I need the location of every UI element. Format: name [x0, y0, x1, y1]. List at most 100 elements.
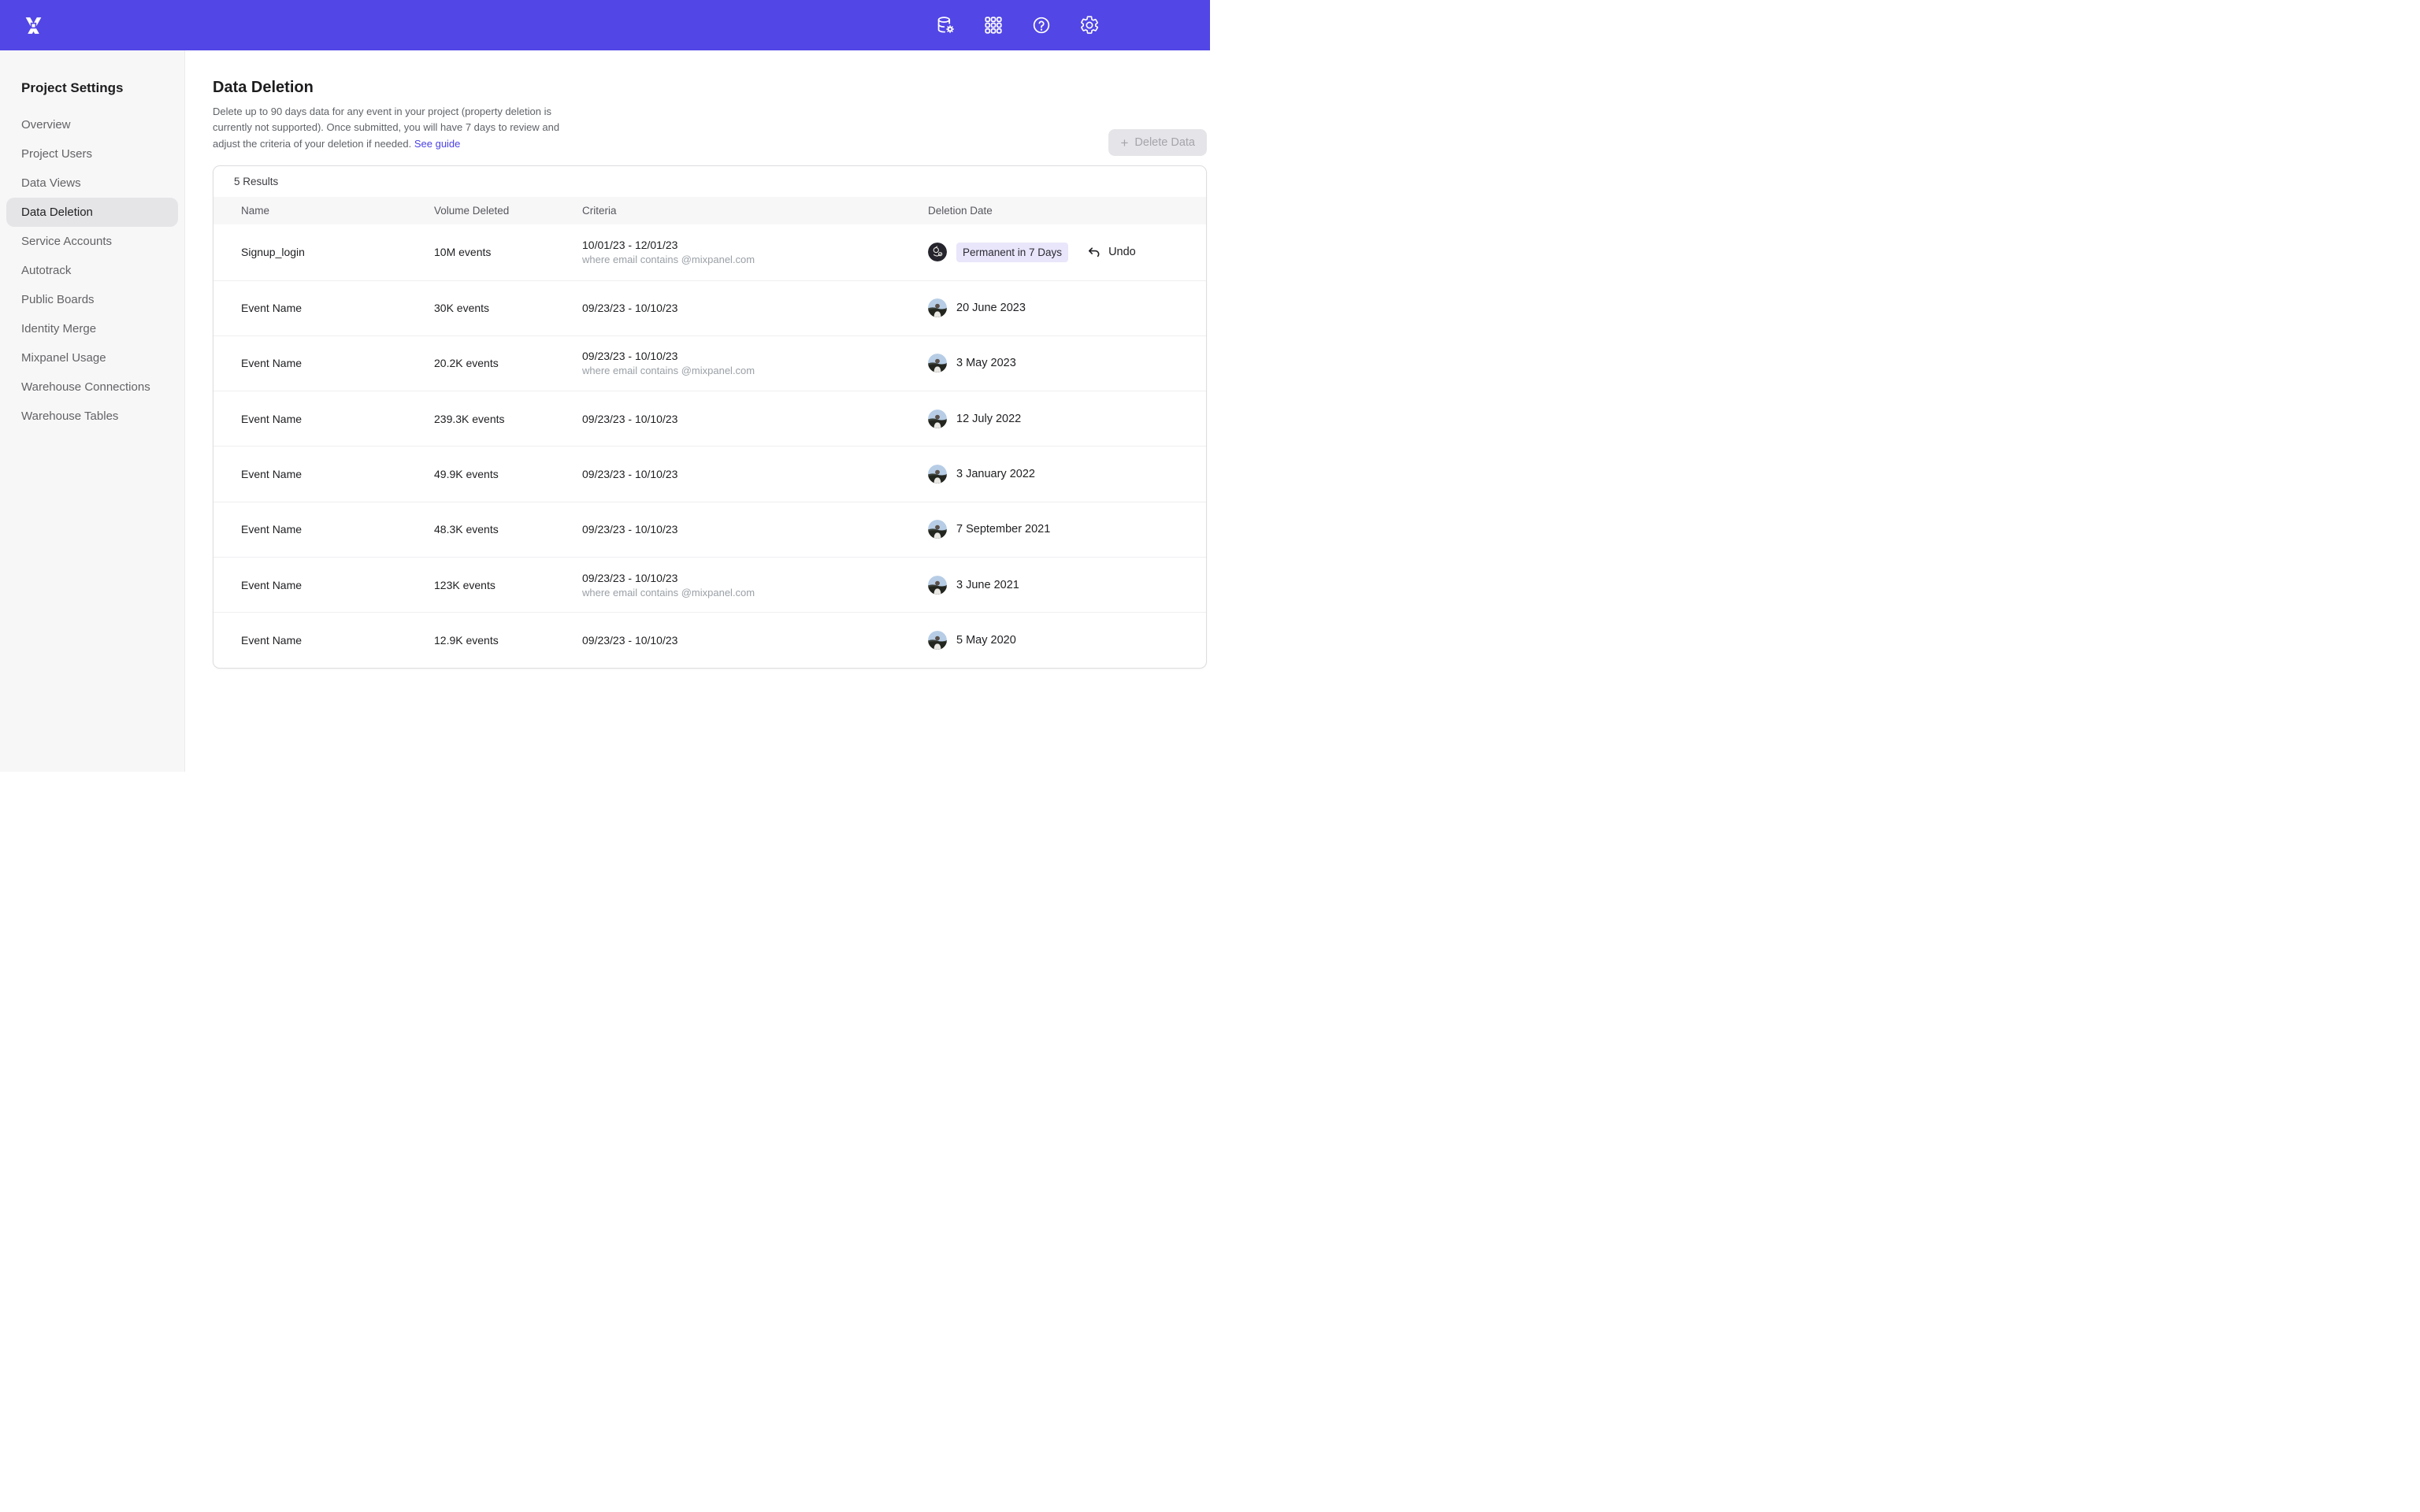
- column-header-deletion-date: Deletion Date: [928, 205, 1187, 217]
- person-photo-avatar: [928, 410, 947, 428]
- table-header-row: Name Volume Deleted Criteria Deletion Da…: [213, 197, 1206, 224]
- table-row: Event Name 239.3K events 09/23/23 - 10/1…: [213, 391, 1206, 446]
- table-row: Event Name 30K events 09/23/23 - 10/10/2…: [213, 280, 1206, 335]
- undo-button[interactable]: Undo: [1086, 245, 1136, 260]
- row-deletion-date: 7 September 2021: [928, 520, 1187, 539]
- column-header-volume: Volume Deleted: [434, 205, 582, 217]
- row-name: Event Name: [241, 523, 434, 536]
- person-photo-avatar: [928, 354, 947, 372]
- page-description: Delete up to 90 days data for any event …: [213, 104, 561, 152]
- column-header-criteria: Criteria: [582, 205, 928, 217]
- row-criteria: 09/23/23 - 10/10/23: [582, 413, 928, 425]
- sidebar-item-warehouse-tables[interactable]: Warehouse Tables: [6, 402, 178, 431]
- criteria-filter: where email contains @mixpanel.com: [582, 587, 928, 598]
- apps-grid-icon[interactable]: [982, 15, 1004, 36]
- page-title: Data Deletion: [213, 79, 1207, 97]
- page-description-text: Delete up to 90 days data for any event …: [213, 106, 559, 150]
- plus-icon: +: [1120, 136, 1128, 150]
- row-deletion-date: 3 June 2021: [928, 576, 1187, 595]
- row-volume: 239.3K events: [434, 413, 582, 425]
- row-name: Signup_login: [241, 246, 434, 258]
- settings-sidebar: Project Settings OverviewProject UsersDa…: [0, 50, 185, 772]
- criteria-range: 09/23/23 - 10/10/23: [582, 302, 928, 314]
- deletion-requests-card: 5 Results Name Volume Deleted Criteria D…: [213, 165, 1207, 668]
- main-content: Data Deletion Delete up to 90 days data …: [185, 50, 1210, 772]
- deletion-date: 20 June 2023: [956, 302, 1026, 314]
- criteria-filter: where email contains @mixpanel.com: [582, 254, 928, 265]
- table-row: Signup_login 10M events 10/01/23 - 12/01…: [213, 224, 1206, 280]
- row-name: Event Name: [241, 302, 434, 314]
- delete-data-label: Delete Data: [1134, 136, 1195, 149]
- permanent-badge: Permanent in 7 Days: [956, 243, 1068, 262]
- row-deletion-date: 12 July 2022: [928, 410, 1187, 428]
- person-photo-avatar: [928, 298, 947, 317]
- sidebar-item-data-deletion[interactable]: Data Deletion: [6, 198, 178, 227]
- row-volume: 12.9K events: [434, 634, 582, 647]
- settings-gear-icon[interactable]: [1078, 15, 1100, 36]
- criteria-range: 09/23/23 - 10/10/23: [582, 413, 928, 425]
- table-row: Event Name 20.2K events 09/23/23 - 10/10…: [213, 335, 1206, 391]
- row-criteria: 09/23/23 - 10/10/23 where email contains…: [582, 350, 928, 376]
- criteria-range: 09/23/23 - 10/10/23: [582, 572, 928, 584]
- sidebar-nav-list: OverviewProject UsersData ViewsData Dele…: [0, 110, 184, 431]
- criteria-range: 09/23/23 - 10/10/23: [582, 468, 928, 480]
- person-photo-avatar: [928, 576, 947, 595]
- criteria-range: 09/23/23 - 10/10/23: [582, 350, 928, 362]
- deletion-date: 7 September 2021: [956, 523, 1050, 536]
- sidebar-item-service-accounts[interactable]: Service Accounts: [6, 227, 178, 256]
- sidebar-item-project-users[interactable]: Project Users: [6, 139, 178, 169]
- sidebar-item-data-views[interactable]: Data Views: [6, 169, 178, 198]
- sidebar-title: Project Settings: [21, 80, 184, 96]
- criteria-range: 09/23/23 - 10/10/23: [582, 523, 928, 536]
- table-row: Event Name 123K events 09/23/23 - 10/10/…: [213, 557, 1206, 612]
- row-name: Event Name: [241, 579, 434, 591]
- row-volume: 10M events: [434, 246, 582, 258]
- row-volume: 123K events: [434, 579, 582, 591]
- row-criteria: 09/23/23 - 10/10/23 where email contains…: [582, 572, 928, 598]
- person-photo-avatar: [928, 520, 947, 539]
- row-name: Event Name: [241, 413, 434, 425]
- mixpanel-app-window: Project Settings OverviewProject UsersDa…: [0, 0, 1210, 772]
- illustrated-dark-avatar: [928, 243, 947, 261]
- row-volume: 20.2K events: [434, 357, 582, 369]
- sidebar-item-autotrack[interactable]: Autotrack: [6, 256, 178, 285]
- topbar-icon-group: [934, 15, 1100, 36]
- column-header-name: Name: [241, 205, 434, 217]
- sidebar-item-public-boards[interactable]: Public Boards: [6, 285, 178, 314]
- table-row: Event Name 49.9K events 09/23/23 - 10/10…: [213, 446, 1206, 501]
- sidebar-item-identity-merge[interactable]: Identity Merge: [6, 314, 178, 343]
- table-body: Signup_login 10M events 10/01/23 - 12/01…: [213, 224, 1206, 667]
- results-count: 5 Results: [213, 166, 1206, 197]
- row-name: Event Name: [241, 357, 434, 369]
- deletion-date: 3 January 2022: [956, 468, 1035, 480]
- row-name: Event Name: [241, 634, 434, 647]
- deletion-date: 5 May 2020: [956, 634, 1016, 647]
- row-criteria: 09/23/23 - 10/10/23: [582, 468, 928, 480]
- criteria-filter: where email contains @mixpanel.com: [582, 365, 928, 376]
- table-row: Event Name 48.3K events 09/23/23 - 10/10…: [213, 502, 1206, 557]
- row-deletion-date: 3 January 2022: [928, 465, 1187, 484]
- sidebar-item-mixpanel-usage[interactable]: Mixpanel Usage: [6, 343, 178, 372]
- row-criteria: 09/23/23 - 10/10/23: [582, 523, 928, 536]
- help-icon[interactable]: [1030, 15, 1052, 36]
- deletion-date: 12 July 2022: [956, 413, 1021, 425]
- sidebar-item-warehouse-connections[interactable]: Warehouse Connections: [6, 372, 178, 402]
- data-management-icon[interactable]: [934, 15, 956, 36]
- row-deletion-date: Permanent in 7 Days Undo: [928, 243, 1187, 262]
- row-deletion-date: 5 May 2020: [928, 631, 1187, 650]
- row-name: Event Name: [241, 468, 434, 480]
- top-navigation-bar: [0, 0, 1210, 50]
- row-volume: 48.3K events: [434, 523, 582, 536]
- undo-icon: [1086, 245, 1101, 260]
- row-volume: 30K events: [434, 302, 582, 314]
- person-photo-avatar: [928, 465, 947, 484]
- row-criteria: 09/23/23 - 10/10/23: [582, 634, 928, 647]
- person-photo-avatar: [928, 631, 947, 650]
- sidebar-item-overview[interactable]: Overview: [6, 110, 178, 139]
- delete-data-button[interactable]: + Delete Data: [1108, 129, 1207, 156]
- mixpanel-logo[interactable]: [23, 15, 44, 36]
- row-criteria: 10/01/23 - 12/01/23 where email contains…: [582, 239, 928, 265]
- row-criteria: 09/23/23 - 10/10/23: [582, 302, 928, 314]
- see-guide-link[interactable]: See guide: [414, 138, 461, 150]
- undo-label: Undo: [1108, 246, 1136, 258]
